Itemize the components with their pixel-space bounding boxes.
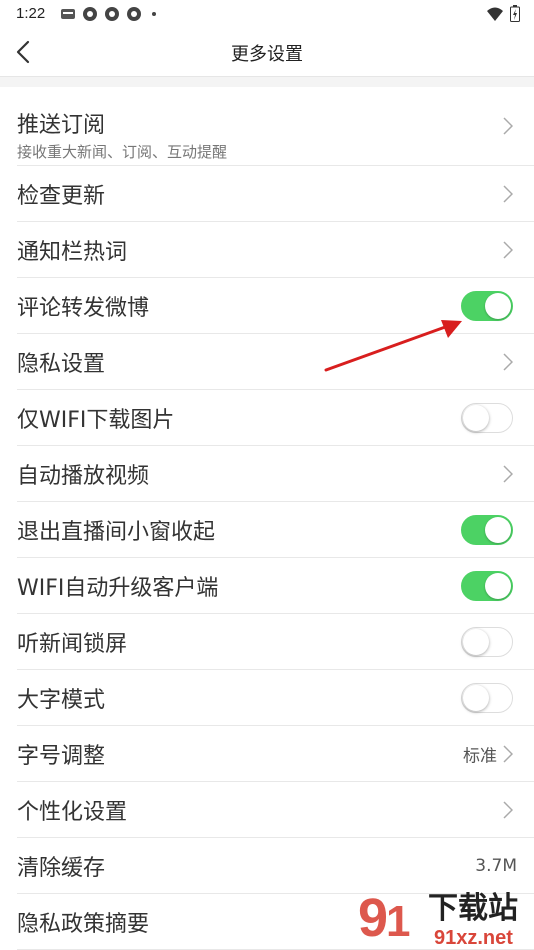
battery-icon [510, 5, 520, 22]
font-size-value: 标准 [463, 746, 497, 766]
setting-row-wifi-only-images: 仅WIFI下载图片 [17, 390, 534, 446]
wifi-icon [487, 7, 503, 21]
wifi-auto-upgrade-toggle[interactable] [461, 570, 513, 601]
page-title: 更多设置 [231, 44, 303, 65]
chevron-right-icon [503, 240, 513, 259]
app-notification-icon [105, 7, 119, 21]
toggle-knob [485, 516, 511, 543]
setting-row-wifi-auto-upgrade: WIFI自动升级客户端 [17, 558, 534, 614]
setting-row-notification-hotwords[interactable]: 通知栏热词 [17, 222, 534, 278]
setting-label: 通知栏热词 [17, 239, 128, 265]
listen-news-lockscreen-toggle[interactable] [461, 626, 513, 657]
setting-row-font-size[interactable]: 字号调整 标准 [17, 726, 534, 782]
setting-row-listen-news-lockscreen: 听新闻锁屏 [17, 614, 534, 670]
setting-label: WIFI自动升级客户端 [17, 575, 219, 601]
setting-label: 仅WIFI下载图片 [17, 407, 175, 433]
setting-row-privacy-policy-summary[interactable]: 隐私政策摘要 [17, 894, 534, 950]
app-notification-icon [127, 7, 141, 21]
cache-size-value: 3.7M [475, 855, 517, 876]
setting-label: 自动播放视频 [17, 463, 150, 489]
setting-label: 检查更新 [17, 183, 106, 209]
chevron-right-icon [503, 464, 513, 483]
toggle-knob [463, 404, 489, 431]
setting-label: 隐私设置 [17, 351, 106, 377]
setting-row-check-update[interactable]: 检查更新 [17, 166, 534, 222]
live-miniwindow-toggle[interactable] [461, 514, 513, 545]
toggle-knob [485, 292, 511, 319]
setting-label: 大字模式 [17, 687, 106, 713]
toggle-knob [463, 684, 489, 711]
setting-label: 个性化设置 [17, 799, 128, 825]
setting-row-large-font: 大字模式 [17, 670, 534, 726]
chevron-right-icon [503, 184, 513, 203]
more-notifications-dot [152, 12, 156, 16]
setting-label: 听新闻锁屏 [17, 631, 128, 657]
setting-description: 接收重大新闻、订阅、互动提醒 [17, 143, 228, 161]
chevron-right-icon [503, 117, 513, 135]
status-bar: 1:22 [0, 0, 534, 28]
setting-label: 隐私政策摘要 [17, 911, 150, 937]
large-font-toggle[interactable] [461, 682, 513, 713]
setting-row-personalization[interactable]: 个性化设置 [17, 782, 534, 838]
setting-label: 清除缓存 [17, 855, 106, 881]
toggle-knob [463, 628, 489, 655]
setting-row-privacy[interactable]: 隐私设置 [17, 334, 534, 390]
chevron-right-icon [503, 352, 513, 371]
chevron-right-icon [503, 800, 513, 819]
settings-list: 推送订阅 接收重大新闻、订阅、互动提醒 检查更新 通知栏热词 评论转发微博 隐私… [0, 87, 534, 950]
news-app-icon [61, 9, 75, 19]
setting-row-push-subscribe[interactable]: 推送订阅 接收重大新闻、订阅、互动提醒 [17, 87, 534, 166]
setting-label: 推送订阅 [17, 113, 106, 138]
setting-label: 评论转发微博 [17, 295, 150, 321]
setting-row-comment-repost-weibo: 评论转发微博 [17, 278, 534, 334]
comment-repost-toggle[interactable] [461, 290, 513, 321]
setting-label: 字号调整 [17, 743, 106, 769]
setting-label: 退出直播间小窗收起 [17, 519, 216, 545]
app-notification-icon [83, 7, 97, 21]
system-icons [486, 5, 520, 22]
nav-bar: 更多设置 [0, 28, 534, 77]
toggle-knob [485, 572, 511, 599]
chevron-right-icon [503, 744, 513, 763]
wifi-only-images-toggle[interactable] [461, 402, 513, 433]
setting-row-clear-cache[interactable]: 清除缓存 3.7M [17, 838, 534, 894]
setting-row-autoplay-video[interactable]: 自动播放视频 [17, 446, 534, 502]
notification-icons [60, 6, 156, 22]
status-time: 1:22 [16, 5, 46, 22]
setting-row-live-miniwindow: 退出直播间小窗收起 [17, 502, 534, 558]
section-gap [0, 77, 534, 87]
